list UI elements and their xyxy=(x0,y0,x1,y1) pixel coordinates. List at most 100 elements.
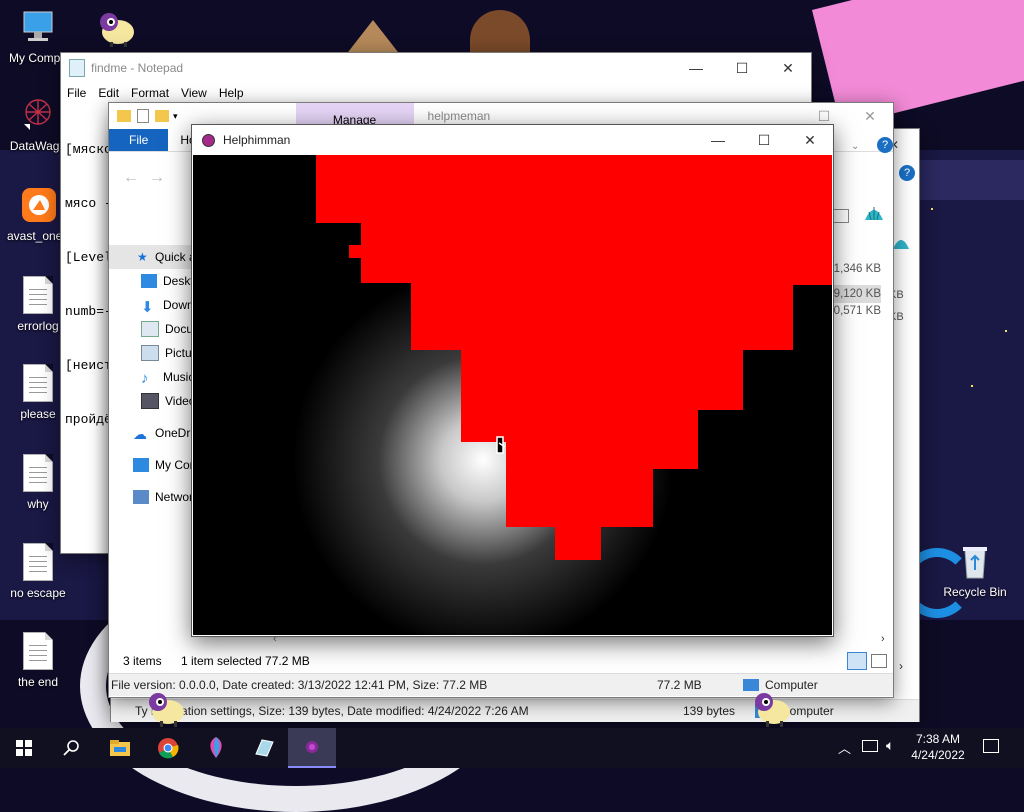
file-size-cell-selected: 9,120 KB xyxy=(831,285,881,303)
help-icon[interactable]: ? xyxy=(899,165,915,181)
status-size: 77.2 MB xyxy=(657,678,702,692)
file-explorer-icon xyxy=(110,740,130,756)
nav-label: Deskt xyxy=(163,274,194,288)
clock[interactable]: 7:38 AM 4/24/2022 xyxy=(908,731,968,763)
star-icon: ★ xyxy=(137,250,148,264)
search-icon xyxy=(63,740,79,756)
sheep-icon[interactable] xyxy=(750,688,794,728)
nav-item-computer[interactable]: My Cor xyxy=(109,453,199,477)
taskbar-file-explorer[interactable] xyxy=(96,728,144,768)
text-file-icon xyxy=(20,632,56,672)
nav-item-pictures[interactable]: Pictur xyxy=(109,341,199,365)
taskbar-chrome[interactable] xyxy=(144,728,192,768)
menu-view[interactable]: View xyxy=(181,86,207,100)
app-icon xyxy=(255,739,274,757)
clock-time: 7:38 AM xyxy=(915,732,961,746)
helphimman-app-icon xyxy=(306,741,318,753)
nav-item-downloads[interactable]: ⬇ Down xyxy=(109,293,199,317)
notepad-icon xyxy=(69,59,85,77)
close-button[interactable]: ✕ xyxy=(847,103,893,129)
menu-help[interactable]: Help xyxy=(219,86,244,100)
taskbar-helphimman[interactable] xyxy=(288,728,336,768)
menu-edit[interactable]: Edit xyxy=(98,86,119,100)
game-scene xyxy=(193,155,832,635)
properties-icon[interactable] xyxy=(137,109,149,123)
maximize-button[interactable]: ☐ xyxy=(741,125,787,155)
status-bar: Ty nfiguration settings, Size: 139 bytes… xyxy=(111,699,919,722)
minimize-button[interactable]: — xyxy=(695,125,741,155)
scroll-right-button[interactable]: › xyxy=(899,659,903,673)
desktop-icon xyxy=(141,274,157,288)
sheep-icon[interactable] xyxy=(96,8,138,48)
navigation-pane: ★ Quick a Deskt ⬇ Down Docu Pictur ♪ Music … xyxy=(109,245,199,509)
desktop-icon-the-end[interactable]: the end xyxy=(0,632,76,689)
details-view-button[interactable] xyxy=(847,652,867,670)
helphimman-window[interactable]: Helphimman — ☐ ✕ xyxy=(191,124,834,637)
tab-file[interactable]: File xyxy=(109,129,169,151)
sheep-icon[interactable] xyxy=(144,688,188,728)
file-size-cell: 0,571 KB xyxy=(833,305,881,317)
folder-icon xyxy=(117,110,131,122)
start-icon xyxy=(16,740,32,756)
chevron-down-icon[interactable]: ▾ xyxy=(173,111,178,122)
forward-arrow-icon[interactable]: → xyxy=(149,169,165,187)
nav-item-onedrive[interactable]: ☁ OneDriv xyxy=(109,421,199,445)
paint3d-icon xyxy=(210,737,222,758)
game-canvas[interactable] xyxy=(193,155,832,635)
taskbar: ︿ 🔈︎ 7:38 AM 4/24/2022 xyxy=(0,728,1024,768)
clock-date: 4/24/2022 xyxy=(911,748,965,762)
taskbar-app[interactable] xyxy=(240,728,288,768)
download-icon: ⬇ xyxy=(141,299,154,316)
shell-icon xyxy=(891,233,911,253)
notepad-menubar: File Edit Format View Help xyxy=(61,83,811,103)
status-details: File version: 0.0.0.0, Date created: 3/1… xyxy=(111,678,488,692)
nav-item-network[interactable]: Networ xyxy=(109,485,199,509)
pictures-icon xyxy=(141,345,159,361)
volume-icon[interactable]: 🔈︎ xyxy=(886,737,894,754)
maximize-button[interactable]: ☐ xyxy=(719,53,765,83)
close-button[interactable]: ✕ xyxy=(765,53,811,83)
start-button[interactable] xyxy=(0,728,48,768)
nav-item-documents[interactable]: Docu xyxy=(109,317,199,341)
nav-label: Networ xyxy=(155,490,194,504)
helphimman-titlebar[interactable]: Helphimman — ☐ ✕ xyxy=(192,125,833,155)
desktop-icon-label: the end xyxy=(17,675,59,689)
nav-item-videos[interactable]: Video xyxy=(109,389,199,413)
nav-item-music[interactable]: ♪ Music xyxy=(109,365,199,389)
back-arrow-icon[interactable]: ← xyxy=(123,169,139,187)
notifications-icon[interactable] xyxy=(983,739,999,753)
nav-label: Docu xyxy=(165,322,194,336)
recycle-bin-icon xyxy=(957,542,993,582)
view-icon[interactable] xyxy=(833,209,849,223)
chevron-down-icon[interactable]: ⌄ xyxy=(851,141,859,152)
file-size-cell: 1,346 KB xyxy=(833,263,881,275)
items-count: 3 items xyxy=(123,654,162,668)
help-icon[interactable]: ? xyxy=(877,137,893,153)
chevron-up-icon[interactable]: ︿ xyxy=(838,738,851,757)
new-folder-icon[interactable] xyxy=(155,110,169,122)
notepad-titlebar[interactable]: findme - Notepad — ☐ ✕ xyxy=(61,53,811,83)
scroll-right-button[interactable]: › xyxy=(881,633,885,645)
large-icons-view-button[interactable] xyxy=(871,654,887,668)
desktop-icon-recycle-bin[interactable]: Recycle Bin xyxy=(936,542,1014,599)
nav-item-quick-access[interactable]: ★ Quick a xyxy=(109,245,199,269)
status-details: Ty nfiguration settings, Size: 139 bytes… xyxy=(135,704,529,718)
network-icon[interactable] xyxy=(862,740,878,752)
helphimman-title: Helphimman xyxy=(223,133,291,147)
status-size: 139 bytes xyxy=(683,704,736,718)
menu-format[interactable]: Format xyxy=(131,86,169,100)
search-button[interactable] xyxy=(48,728,96,768)
text-file-icon xyxy=(20,364,56,404)
menu-file[interactable]: File xyxy=(67,86,86,100)
documents-icon xyxy=(141,321,159,337)
chrome-icon xyxy=(158,738,179,759)
wallpaper-brown-shape xyxy=(470,10,530,58)
minimize-button[interactable]: — xyxy=(673,53,719,83)
network-icon xyxy=(133,490,149,504)
nav-item-desktop[interactable]: Deskt xyxy=(109,269,199,293)
nav-label: Music xyxy=(163,370,195,384)
close-button[interactable]: ✕ xyxy=(787,125,833,155)
taskbar-paint3d[interactable] xyxy=(192,728,240,768)
wallpaper-brown-triangle xyxy=(345,20,401,56)
item-count-bar: 3 items 1 item selected 77.2 MB xyxy=(109,649,893,673)
